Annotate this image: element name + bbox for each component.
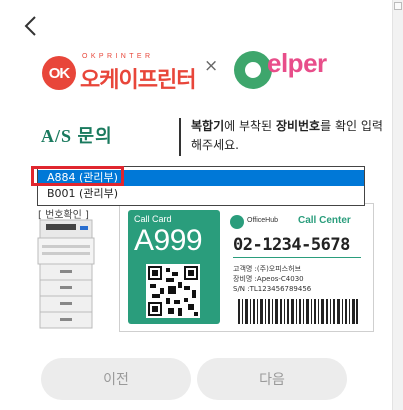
okprinter-logo: OK OKPRINTER 오케이프린터 xyxy=(42,50,197,93)
prev-button[interactable]: 이전 xyxy=(41,358,191,400)
brand-separator: × xyxy=(204,56,219,76)
back-arrow-icon[interactable] xyxy=(18,12,46,40)
title-divider xyxy=(179,118,181,156)
device-option-b001[interactable]: B001 (관리부) xyxy=(38,186,364,202)
qr-code-icon xyxy=(146,264,200,318)
okprinter-sub: OKPRINTER xyxy=(82,53,154,60)
call-center-phone: 02-1234-5678 xyxy=(233,235,350,255)
serial-number: S/N :TL123456789456 xyxy=(233,285,312,293)
instruction-bold-device: 복합기 xyxy=(191,119,225,133)
call-card-number: A999 xyxy=(134,224,203,257)
selected-option-highlight xyxy=(31,166,124,186)
ohelper-logo: elper xyxy=(233,46,363,94)
barcode-icon xyxy=(238,299,358,324)
brand-header: OK OKPRINTER 오케이프린터 × elper xyxy=(0,42,392,102)
instruction-part1: 에 부착된 xyxy=(224,119,273,133)
instruction-bold-number: 장비번호 xyxy=(275,119,321,133)
officehub-logo-icon xyxy=(230,215,244,229)
officehub-logo: OfficeHub Call Center xyxy=(230,214,368,230)
window-corner-icon xyxy=(394,2,402,10)
equipment-name: 장비명 :Apeos-C4030 xyxy=(233,275,304,283)
window-right-edge xyxy=(392,0,403,410)
next-button[interactable]: 다음 xyxy=(197,358,347,400)
call-card-title: Call Card xyxy=(134,214,172,224)
call-card-example: Call Card A999 OfficeHub Call Center 02-… xyxy=(119,203,374,332)
customer-info: 고객명 :(주)오피스허브 장비명 :Apeos-C4030 S/N :TL12… xyxy=(233,264,311,294)
printer-image xyxy=(37,219,95,329)
call-center-label: Call Center xyxy=(298,215,351,226)
call-card-green: Call Card A999 xyxy=(128,210,220,324)
call-card-divider xyxy=(233,257,361,258)
ok-logo-icon: OK xyxy=(42,56,76,90)
helper-wordmark: elper xyxy=(267,48,327,78)
okprinter-name: 오케이프린터 xyxy=(80,68,196,93)
as-inquiry-title: A/S 문의 xyxy=(41,126,113,146)
customer-name: 고객명 :(주)오피스허브 xyxy=(233,265,302,273)
officehub-name: OfficeHub xyxy=(247,217,278,224)
instruction-text: 복합기에 부착된 장비번호를 확인 입력해주세요. xyxy=(191,117,391,155)
